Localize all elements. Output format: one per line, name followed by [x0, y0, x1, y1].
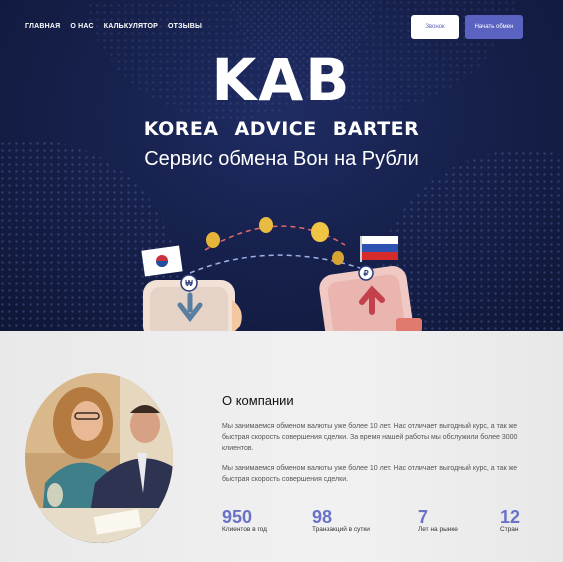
stat-clients: 950 Клиентов в год — [222, 508, 267, 533]
stat-value: 950 — [222, 507, 253, 527]
stat-value: 98 — [312, 507, 333, 527]
coin-icon — [259, 217, 273, 233]
hero-section: ГЛАВНАЯ О НАС КАЛЬКУЛЯТОР ОТЗЫВЫ Звонок … — [0, 0, 563, 331]
coin-icon — [206, 232, 220, 248]
stat-value: 7 — [418, 507, 429, 527]
coin-icon — [311, 222, 329, 242]
russia-flag-icon — [360, 236, 398, 262]
stat-value: 12 — [500, 507, 521, 527]
about-paragraph: Мы занимаемся обменом валюты уже более 1… — [222, 465, 518, 483]
svg-text:₩: ₩ — [185, 279, 193, 288]
svg-text:₽: ₽ — [363, 269, 368, 278]
team-photo — [25, 373, 173, 543]
left-phone-icon: ₩ — [143, 274, 242, 331]
stat-label: Стран — [500, 526, 519, 533]
stat-years: 7 Лет на рынке — [418, 508, 458, 533]
korea-flag-icon — [141, 245, 183, 277]
stat-transactions: 98 Транзакций в сутки — [312, 508, 370, 533]
stat-label: Лет на рынке — [418, 526, 458, 533]
stat-countries: 12 Стран — [500, 508, 520, 533]
about-title: О компании — [222, 393, 294, 408]
exchange-illustration: ₩ ₽ — [141, 217, 422, 331]
about-paragraph: Мы занимаемся обменом валюты уже более 1… — [222, 423, 518, 452]
right-phone-icon: ₽ — [319, 265, 422, 331]
stat-label: Транзакций в сутки — [312, 526, 370, 533]
stat-label: Клиентов в год — [222, 526, 267, 533]
stats-row: 950 Клиентов в год 98 Транзакций в сутки… — [222, 508, 527, 538]
coin-icon — [332, 251, 344, 265]
